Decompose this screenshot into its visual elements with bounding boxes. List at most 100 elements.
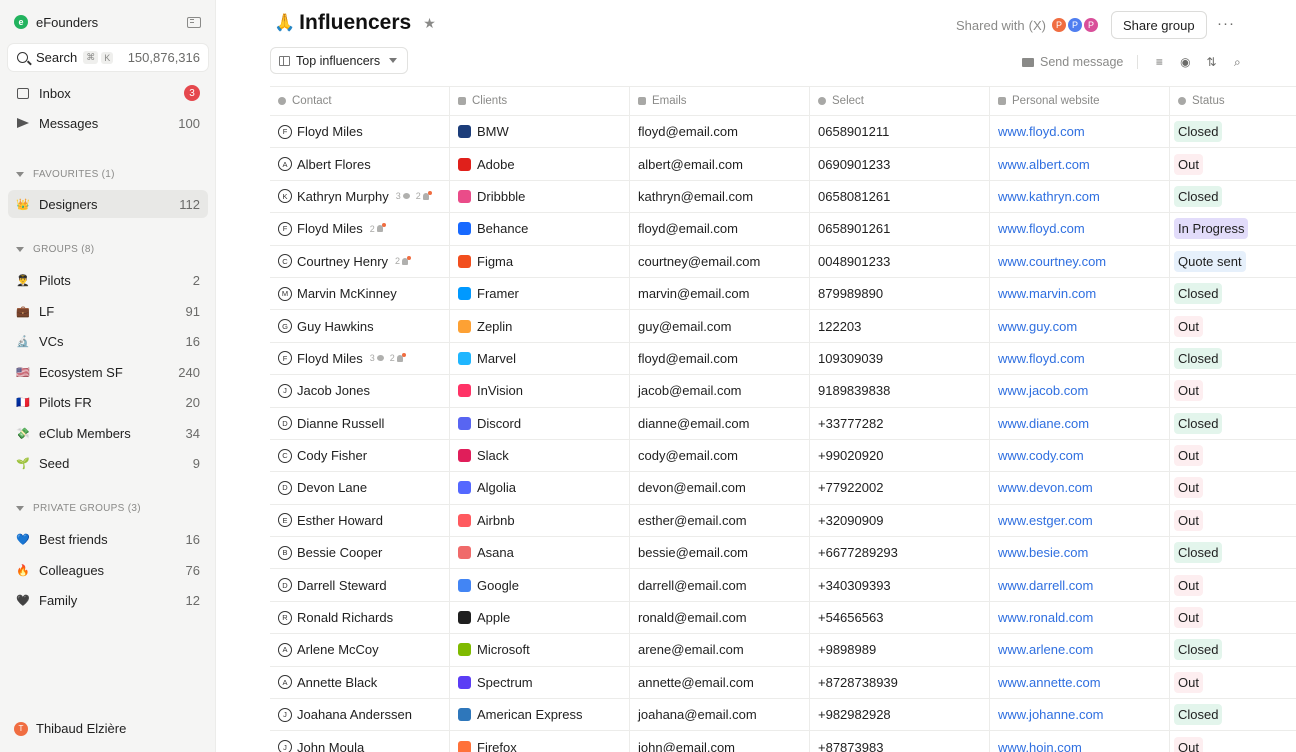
- column-emails[interactable]: Emails: [630, 87, 810, 115]
- website-cell[interactable]: www.guy.com: [990, 310, 1170, 342]
- website-cell[interactable]: www.arlene.com: [990, 634, 1170, 666]
- sidebar-item-ecosystem-sf[interactable]: 🇺🇸 Ecosystem SF 240: [8, 358, 208, 386]
- contact-cell[interactable]: F Floyd Miles 2: [270, 213, 450, 245]
- client-cell[interactable]: Algolia: [450, 472, 630, 504]
- client-cell[interactable]: Microsoft: [450, 634, 630, 666]
- email-cell[interactable]: esther@email.com: [630, 504, 810, 537]
- select-cell[interactable]: +33777282: [810, 407, 990, 439]
- sidebar-item-vcs[interactable]: 🔬 VCs 16: [8, 327, 208, 355]
- collapse-sidebar-icon[interactable]: [187, 16, 201, 28]
- website-link[interactable]: www.floyd.com: [998, 221, 1085, 236]
- client-cell[interactable]: Framer: [450, 277, 630, 310]
- select-cell[interactable]: 0658081261: [810, 180, 990, 213]
- select-cell[interactable]: 0658901261: [810, 213, 990, 245]
- website-cell[interactable]: www.courtney.com: [990, 245, 1170, 277]
- website-link[interactable]: www.kathryn.com: [998, 189, 1100, 204]
- status-cell[interactable]: Closed: [1170, 278, 1296, 309]
- client-cell[interactable]: Discord: [450, 407, 630, 439]
- more-options-icon[interactable]: ···: [1217, 15, 1235, 32]
- table-row[interactable]: J Jacob Jones InVision jacob@email.com 91898…: [270, 375, 1296, 408]
- website-link[interactable]: www.cody.com: [998, 448, 1084, 463]
- client-cell[interactable]: Marvel: [450, 342, 630, 375]
- sort-icon[interactable]: ⇅: [1204, 55, 1218, 69]
- email-cell[interactable]: courtney@email.com: [630, 245, 810, 277]
- contact-cell[interactable]: J Joahana Anderssen: [270, 699, 450, 731]
- filter-icon[interactable]: ≡: [1152, 55, 1166, 69]
- table-row[interactable]: B Bessie Cooper Asana bessie@email.com +6677…: [270, 537, 1296, 570]
- website-cell[interactable]: www.johanne.com: [990, 699, 1170, 731]
- table-row[interactable]: F Floyd Miles BMW floyd@email.com 0658901211…: [270, 116, 1296, 149]
- status-badge[interactable]: Out: [1174, 477, 1203, 499]
- status-badge[interactable]: In Progress: [1174, 218, 1249, 240]
- status-cell[interactable]: Closed: [1170, 181, 1296, 212]
- status-badge[interactable]: Out: [1174, 736, 1203, 752]
- sidebar-item-pilots[interactable]: 👨‍✈️ Pilots 2: [8, 266, 208, 294]
- groups-header[interactable]: GROUPS (8): [16, 242, 94, 256]
- status-cell[interactable]: Out: [1170, 602, 1296, 633]
- sidebar-item-best-friends[interactable]: 💙 Best friends 16: [8, 525, 208, 553]
- select-cell[interactable]: 122203: [810, 310, 990, 342]
- website-link[interactable]: www.devon.com: [998, 480, 1093, 495]
- sidebar-item-seed[interactable]: 🌱 Seed 9: [8, 449, 208, 477]
- sidebar-item-lf[interactable]: 💼 LF 91: [8, 297, 208, 325]
- contact-cell[interactable]: J Jacob Jones: [270, 375, 450, 407]
- website-cell[interactable]: www.devon.com: [990, 472, 1170, 504]
- view-selector[interactable]: Top influencers: [270, 47, 409, 74]
- table-row[interactable]: D Devon Lane Algolia devon@email.com +779220…: [270, 472, 1296, 505]
- status-cell[interactable]: In Progress: [1170, 213, 1296, 244]
- status-cell[interactable]: Closed: [1170, 537, 1296, 568]
- contact-cell[interactable]: R Ronald Richards: [270, 601, 450, 634]
- status-badge[interactable]: Out: [1174, 574, 1203, 596]
- column-website[interactable]: Personal website: [990, 87, 1170, 115]
- website-cell[interactable]: www.floyd.com: [990, 342, 1170, 375]
- website-link[interactable]: www.annette.com: [998, 675, 1101, 690]
- website-cell[interactable]: www.floyd.com: [990, 213, 1170, 245]
- table-row[interactable]: A Arlene McCoy Microsoft arene@email.com +98…: [270, 634, 1296, 667]
- column-contact[interactable]: Contact: [270, 87, 450, 115]
- status-cell[interactable]: Closed: [1170, 408, 1296, 439]
- website-cell[interactable]: www.annette.com: [990, 666, 1170, 699]
- website-cell[interactable]: www.ronald.com: [990, 601, 1170, 634]
- website-link[interactable]: www.estger.com: [998, 513, 1093, 528]
- table-row[interactable]: D Darrell Steward Google darrell@email.com +…: [270, 569, 1296, 602]
- status-badge[interactable]: Closed: [1174, 347, 1223, 369]
- client-cell[interactable]: Asana: [450, 537, 630, 569]
- status-badge[interactable]: Out: [1174, 153, 1203, 175]
- website-link[interactable]: www.arlene.com: [998, 642, 1093, 657]
- email-cell[interactable]: joahana@email.com: [630, 699, 810, 731]
- table-row[interactable]: G Guy Hawkins Zeplin guy@email.com 122203 www…: [270, 310, 1296, 343]
- website-cell[interactable]: www.besie.com: [990, 537, 1170, 569]
- status-cell[interactable]: Out: [1170, 505, 1296, 536]
- table-row[interactable]: K Kathryn Murphy 3 2 Dribbble kathryn@email.c…: [270, 180, 1296, 214]
- status-cell[interactable]: Closed: [1170, 116, 1296, 147]
- table-row[interactable]: A Annette Black Spectrum annette@email.com +…: [270, 666, 1296, 700]
- website-cell[interactable]: www.jacob.com: [990, 375, 1170, 407]
- website-link[interactable]: www.diane.com: [998, 416, 1089, 431]
- select-cell[interactable]: +54656563: [810, 601, 990, 634]
- table-row[interactable]: F Floyd Miles 3 2 Marvel floyd@email.com 10930…: [270, 342, 1296, 376]
- select-cell[interactable]: 0658901211: [810, 116, 990, 148]
- contact-cell[interactable]: B Bessie Cooper: [270, 537, 450, 569]
- contact-cell[interactable]: A Albert Flores: [270, 148, 450, 180]
- website-link[interactable]: www.besie.com: [998, 545, 1088, 560]
- contact-cell[interactable]: E Esther Howard: [270, 504, 450, 537]
- client-cell[interactable]: Apple: [450, 601, 630, 634]
- status-badge[interactable]: Out: [1174, 607, 1203, 629]
- status-badge[interactable]: Closed: [1174, 283, 1223, 305]
- table-row[interactable]: D Dianne Russell Discord dianne@email.com +3…: [270, 407, 1296, 440]
- table-row[interactable]: J John Moula Firefox john@email.com +8787398…: [270, 731, 1296, 752]
- favourites-header[interactable]: FAVOURITES (1): [16, 167, 115, 181]
- select-cell[interactable]: +982982928: [810, 699, 990, 731]
- status-cell[interactable]: Out: [1170, 472, 1296, 503]
- client-cell[interactable]: Slack: [450, 439, 630, 472]
- sidebar-item-inbox[interactable]: Inbox 3: [8, 79, 208, 107]
- website-link[interactable]: www.johanne.com: [998, 707, 1104, 722]
- status-cell[interactable]: Out: [1170, 440, 1296, 471]
- status-badge[interactable]: Closed: [1174, 412, 1223, 434]
- contact-cell[interactable]: D Dianne Russell: [270, 407, 450, 439]
- email-cell[interactable]: floyd@email.com: [630, 342, 810, 375]
- select-cell[interactable]: 9189839838: [810, 375, 990, 407]
- contact-cell[interactable]: D Devon Lane: [270, 472, 450, 504]
- website-cell[interactable]: www.marvin.com: [990, 277, 1170, 310]
- status-badge[interactable]: Closed: [1174, 639, 1223, 661]
